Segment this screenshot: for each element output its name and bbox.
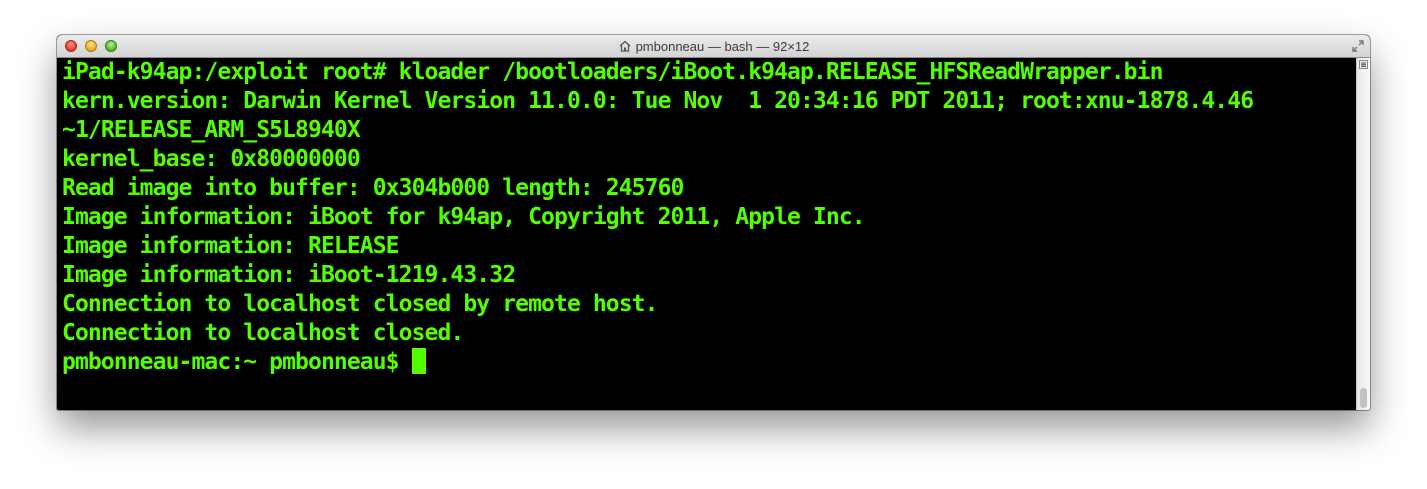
vertical-scrollbar[interactable] [1356,58,1370,410]
terminal-line: kernel_base: 0x80000000 [62,146,361,172]
window-title-area: pmbonneau — bash — 92×12 [57,35,1370,57]
scroll-thumb[interactable] [1360,388,1367,408]
menu-icon[interactable] [1359,60,1368,69]
terminal-line: Image information: iBoot for k94ap, Copy… [62,204,866,230]
terminal-line: Connection to localhost closed. [62,320,464,346]
terminal-line: Connection to localhost closed by remote… [62,291,658,317]
terminal-line: Read image into buffer: 0x304b000 length… [62,175,684,201]
home-icon [619,40,631,52]
text-cursor [411,348,426,374]
terminal-line: Image information: iBoot-1219.43.32 [62,262,516,288]
prompt-line[interactable]: pmbonneau-mac:~ pmbonneau$ [62,348,1356,377]
terminal-line: ~1/RELEASE_ARM_S5L8940X [62,117,361,143]
terminal-line: kern.version: Darwin Kernel Version 11.0… [62,88,1254,114]
title-bar[interactable]: pmbonneau — bash — 92×12 [57,35,1370,58]
window-title: pmbonneau — bash — 92×12 [635,38,810,54]
shell-prompt: pmbonneau-mac:~ pmbonneau$ [62,349,412,375]
terminal-line: iPad-k94ap:/exploit root# kloader /bootl… [62,59,1163,85]
terminal-window: pmbonneau — bash — 92×12 iPad-k94ap:/exp… [57,35,1370,410]
terminal-line: Image information: RELEASE [62,233,400,259]
fullscreen-icon[interactable] [1351,39,1365,53]
terminal-output[interactable]: iPad-k94ap:/exploit root# kloader /bootl… [57,58,1356,410]
